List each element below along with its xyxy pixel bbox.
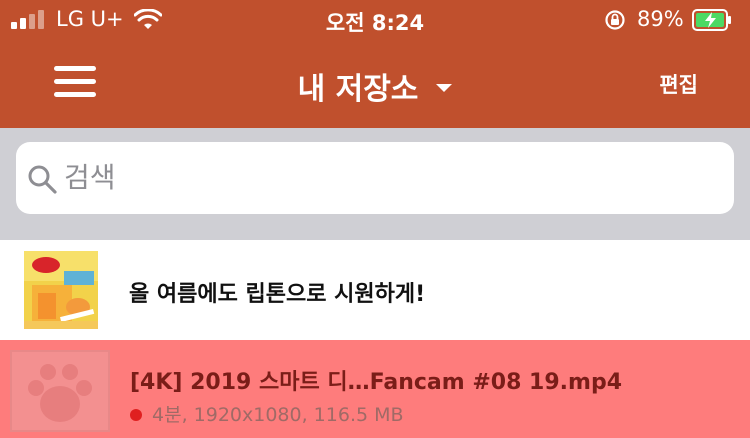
file-meta: 4분, 1920x1080, 116.5 MB — [130, 400, 404, 427]
edit-button[interactable]: 편집 — [659, 69, 698, 99]
search-box[interactable] — [16, 142, 734, 214]
file-name: [4K] 2019 스마트 디…Fancam #08 19.mp4 — [130, 370, 623, 395]
search-input[interactable] — [64, 156, 704, 198]
video-thumbnail — [10, 350, 110, 432]
ad-text: 올 여름에도 립톤으로 시원하게! — [129, 282, 426, 307]
ad-banner[interactable]: 올 여름에도 립톤으로 시원하게! — [0, 240, 750, 340]
lipton-product-image — [24, 251, 98, 329]
navigation-bar: 내 저장소 편집 — [0, 56, 750, 114]
battery-charging-icon — [692, 9, 731, 31]
file-list-item[interactable]: [4K] 2019 스마트 디…Fancam #08 19.mp4 4분, 19… — [0, 340, 750, 438]
search-icon — [28, 165, 57, 194]
status-dot-icon — [130, 409, 142, 421]
battery-percent: 89% — [637, 7, 684, 31]
rotation-lock-icon — [605, 10, 625, 30]
app-header: LG U+ 오전 8:24 89% 내 저장소 편집 — [0, 0, 750, 128]
status-bar: LG U+ 오전 8:24 89% — [0, 0, 750, 42]
chevron-down-icon — [436, 83, 453, 92]
placeholder-icon — [28, 364, 92, 422]
search-area — [0, 128, 750, 240]
storage-title-dropdown[interactable]: 내 저장소 — [0, 64, 750, 108]
file-details: 4분, 1920x1080, 116.5 MB — [152, 404, 404, 426]
page-title: 내 저장소 — [297, 72, 419, 107]
